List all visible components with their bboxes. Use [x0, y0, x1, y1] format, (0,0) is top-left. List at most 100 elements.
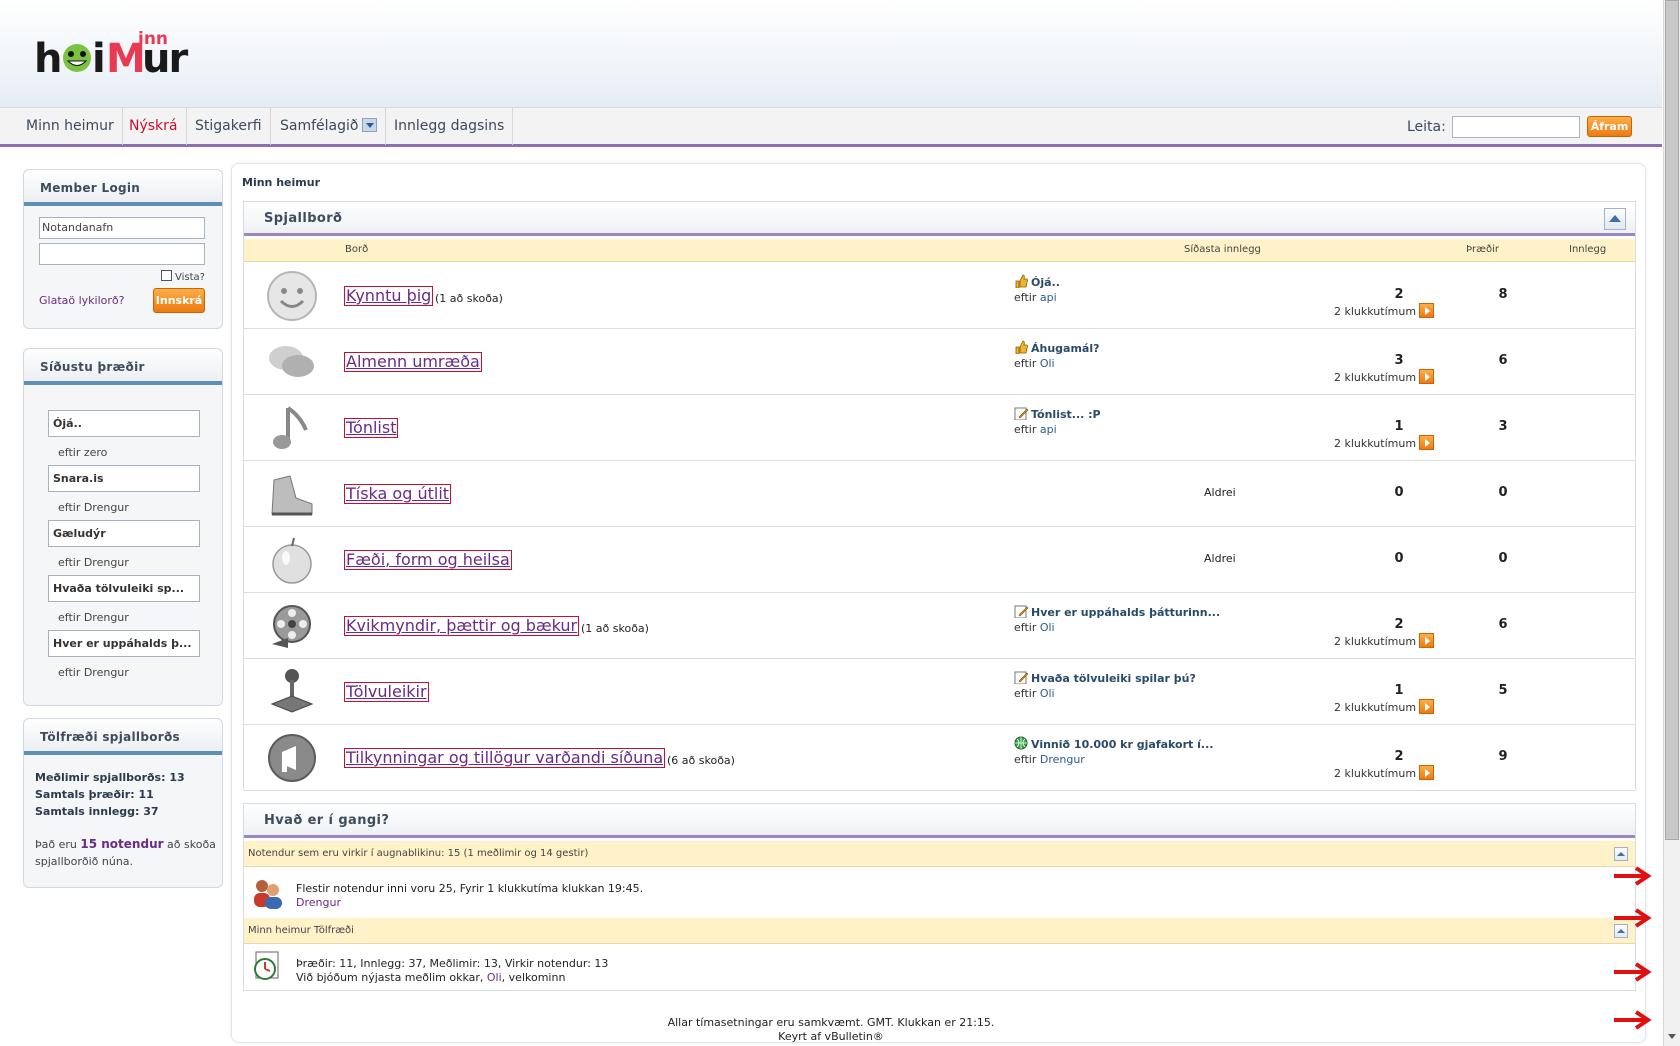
last-post-author: eftir Oli — [1014, 621, 1055, 634]
last-post-author-link[interactable]: api — [1040, 291, 1057, 304]
recent-thread-title[interactable]: Hver er uppáhalds þ... — [48, 630, 200, 657]
forum-section-title: Spjallborð — [244, 202, 1635, 236]
search-button[interactable]: Áfram — [1587, 116, 1632, 137]
last-post-author-link[interactable]: api — [1040, 423, 1057, 436]
go-to-last-post-icon[interactable] — [1419, 633, 1435, 648]
last-post-title-text[interactable]: Tónlist... :P — [1031, 408, 1101, 421]
chevron-down-icon[interactable] — [362, 118, 378, 132]
nav-stigakerfi[interactable]: Stigakerfi — [187, 108, 271, 145]
last-post-by-label: eftir — [1014, 621, 1037, 634]
search-input[interactable] — [1452, 116, 1580, 138]
whats-going-on-title: Hvað er í gangi? — [244, 804, 1635, 838]
forum-title[interactable]: Kynntu þig — [346, 286, 431, 305]
forum-title-link[interactable]: Fæði, form og heilsa — [344, 550, 512, 570]
last-post-author-link[interactable]: Oli — [1040, 621, 1055, 634]
forum-title[interactable]: Almenn umræða — [346, 352, 480, 371]
forum-thread-count: 3 — [1394, 353, 1404, 368]
go-to-last-post-icon[interactable] — [1419, 765, 1435, 780]
site-logo[interactable]: h i M ur inn — [34, 30, 214, 80]
welcome-post: , velkominn — [501, 971, 566, 984]
recent-thread-title[interactable]: Hvaða tölvuleiki sp... — [48, 575, 200, 602]
forum-title[interactable]: Kvikmyndir, þættir og bækur — [346, 616, 577, 635]
last-post-title[interactable]: Áhugamál? — [1014, 340, 1100, 355]
forum-title-link[interactable]: Almenn umræða — [344, 352, 482, 372]
recent-thread-title[interactable]: Snara.is — [48, 465, 200, 492]
forum-title[interactable]: Tónlist — [346, 418, 396, 437]
newest-member-link[interactable]: Oli — [487, 971, 502, 984]
nav-innlegg-dagsins[interactable]: Innlegg dagsins — [386, 108, 514, 145]
nav-minn-heimur[interactable]: Minn heimur — [18, 108, 123, 145]
stats-threads: Samtals þræðir: 11 — [35, 788, 154, 801]
forum-title-link[interactable]: Tónlist — [344, 418, 399, 438]
forum-title-link[interactable]: Kynntu þig — [344, 286, 434, 306]
recent-thread-title[interactable]: Gæludýr — [48, 520, 200, 547]
last-post-title-text[interactable]: Ójá.. — [1031, 276, 1060, 289]
stats-posts: Samtals innlegg: 37 — [35, 805, 159, 818]
forum-stats-row: Þræðir: 11, Innlegg: 37, Meðlimir: 13, V… — [244, 945, 1635, 990]
last-post-time: 2 klukkutímum — [1334, 369, 1435, 384]
go-to-last-post-icon[interactable] — [1419, 699, 1435, 714]
forum-thread-count: 0 — [1394, 551, 1404, 566]
forum-title[interactable]: Tíska og útlit — [346, 484, 449, 503]
last-post-title-text[interactable]: Vinnið 10.000 kr gjafakort í... — [1031, 738, 1213, 751]
recent-thread-author: eftir zero — [58, 446, 108, 459]
login-button[interactable]: Innskrá — [153, 288, 205, 313]
last-post-by-label: eftir — [1014, 357, 1037, 370]
vertical-scrollbar[interactable] — [1663, 0, 1680, 1046]
forum-viewers: (6 að skoða) — [667, 754, 735, 767]
forum-title-link[interactable]: Tölvuleikir — [344, 682, 429, 702]
note-pencil-icon — [1014, 407, 1028, 420]
stats-online-count[interactable]: 15 notendur — [80, 837, 163, 851]
last-post-time-text: 2 klukkutímum — [1334, 437, 1417, 450]
forum-post-count: 8 — [1498, 287, 1508, 302]
last-post-title[interactable]: Ójá.. — [1014, 274, 1060, 289]
last-post-title[interactable]: Vinnið 10.000 kr gjafakort í... — [1014, 736, 1213, 751]
go-to-last-post-icon[interactable] — [1419, 435, 1435, 450]
forum-thread-count: 1 — [1394, 419, 1404, 434]
last-post-by-label: eftir — [1014, 753, 1037, 766]
nav-samfelagid[interactable]: Samfélagið — [272, 108, 387, 145]
breadcrumb[interactable]: Minn heimur — [242, 176, 320, 189]
nav-register[interactable]: Nýskrá — [121, 108, 187, 145]
scrollbar-thumb[interactable] — [1665, 0, 1679, 840]
last-post-author-link[interactable]: Oli — [1040, 687, 1055, 700]
scroll-down-icon[interactable] — [1665, 1030, 1679, 1044]
last-post-author-link[interactable]: Drengur — [1040, 753, 1085, 766]
megaphone-icon — [268, 734, 316, 782]
username-field[interactable]: Notandanafn — [39, 217, 205, 239]
last-post-time: 2 klukkutímum — [1334, 633, 1435, 648]
last-post-title-text[interactable]: Hvaða tölvuleiki spilar þú? — [1031, 672, 1196, 685]
forum-title[interactable]: Tölvuleikir — [346, 682, 427, 701]
go-to-last-post-icon[interactable] — [1419, 369, 1435, 384]
password-field[interactable] — [39, 243, 205, 265]
forum-thread-count: 2 — [1394, 749, 1404, 764]
last-post-author-link[interactable]: Oli — [1040, 357, 1055, 370]
online-user-link[interactable]: Drengur — [296, 896, 341, 909]
stats-clock-icon — [254, 951, 279, 980]
forum-viewers: (1 að skoða) — [581, 622, 649, 635]
remember-checkbox[interactable] — [161, 270, 172, 281]
smiley-icon — [267, 271, 317, 321]
stats-online-line: Það eru 15 notendur að skoða — [35, 836, 220, 853]
forum-title[interactable]: Tilkynningar og tillögur varðandi síðuna — [346, 748, 663, 767]
arrow-right-icon — [1614, 866, 1652, 886]
forum-row: Tilkynningar og tillögur varðandi síðuna… — [244, 725, 1635, 791]
last-post-title[interactable]: Hver er uppáhalds þátturinn... — [1014, 604, 1220, 619]
last-post-title-text[interactable]: Áhugamál? — [1031, 342, 1100, 355]
collapse-icon[interactable] — [1614, 847, 1628, 861]
thumbs-up-icon — [1015, 274, 1028, 288]
last-post-title[interactable]: Tónlist... :P — [1014, 406, 1101, 421]
stats-online-line2: spjallborðið núna. — [35, 855, 134, 868]
stats-members: Meðlimir spjallborðs: 13 — [35, 771, 185, 784]
forum-title-link[interactable]: Kvikmyndir, þættir og bækur — [344, 616, 580, 636]
last-post-title-text[interactable]: Hver er uppáhalds þátturinn... — [1031, 606, 1220, 619]
forum-title-link[interactable]: Tilkynningar og tillögur varðandi síðuna — [344, 748, 666, 768]
recent-thread-author: eftir Drengur — [58, 611, 129, 624]
go-to-last-post-icon[interactable] — [1419, 303, 1435, 318]
last-post-title[interactable]: Hvaða tölvuleiki spilar þú? — [1014, 670, 1196, 685]
recent-thread-title[interactable]: Ójá.. — [48, 410, 200, 437]
forgot-password-link[interactable]: Glataö lykilorð? — [39, 294, 124, 307]
forum-title-link[interactable]: Tíska og útlit — [344, 484, 452, 504]
forum-title[interactable]: Fæði, form og heilsa — [346, 550, 510, 569]
collapse-icon[interactable] — [1604, 208, 1626, 230]
